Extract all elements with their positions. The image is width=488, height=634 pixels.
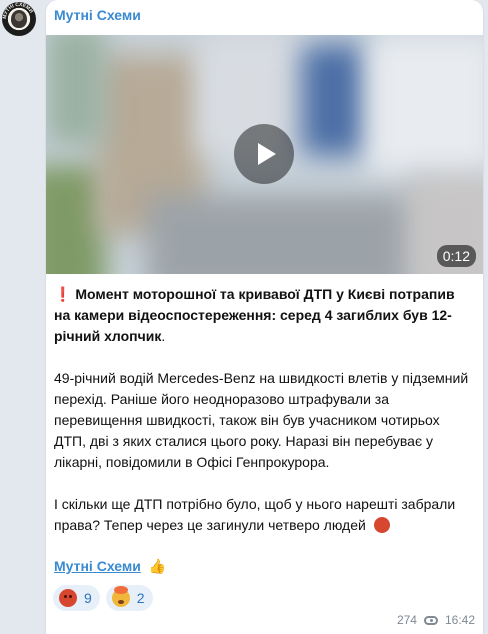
play-button[interactable]	[234, 124, 294, 184]
reactions-bar: 9 2	[53, 585, 153, 611]
channel-name-link[interactable]: Мутні Схеми	[54, 7, 141, 23]
message-time: 16:42	[444, 613, 475, 627]
signature-row: Мутні Схеми 👍	[54, 556, 166, 577]
thumbs-up-icon: 👍	[148, 558, 167, 574]
reaction-mind-blown-button[interactable]: 2	[105, 585, 153, 611]
signature-link[interactable]: Мутні Схеми	[54, 558, 141, 574]
video-duration: 0:12	[436, 245, 476, 267]
message-lead-text: Момент моторошної та кривавої ДТП у Києв…	[54, 286, 455, 344]
view-count: 274	[396, 613, 417, 627]
reaction-count: 2	[136, 590, 145, 606]
video-frame-area	[146, 195, 426, 274]
message-meta: 274 16:42	[397, 613, 475, 627]
video-player[interactable]: 0:12	[46, 35, 483, 274]
reaction-count: 9	[84, 590, 92, 606]
channel-avatar[interactable]: МУТНІ СХЕМИ	[2, 2, 36, 36]
message-paragraph-end: І скільки ще ДТП потрібно було, щоб у нь…	[54, 494, 474, 536]
message-text: ❗ Момент моторошної та кривавої ДТП у Ки…	[54, 284, 474, 536]
svg-text:МУТНІ СХЕМИ: МУТНІ СХЕМИ	[2, 2, 34, 19]
message-lead-paragraph: ❗ Момент моторошної та кривавої ДТП у Ки…	[54, 284, 474, 347]
angry-face-icon	[373, 517, 390, 533]
avatar-ring-label: МУТНІ СХЕМИ	[2, 2, 34, 19]
play-icon	[257, 143, 276, 165]
video-frame-area	[46, 35, 106, 145]
angry-face-icon	[59, 589, 77, 607]
video-frame-area	[301, 45, 371, 155]
message-lead-end: .	[161, 328, 166, 344]
message-paragraph: 49-річний водій Mercedes-Benz на швидкос…	[54, 370, 469, 470]
warning-icon: ❗	[54, 286, 72, 302]
message-closing-text: І скільки ще ДТП потрібно було, щоб у нь…	[54, 496, 456, 533]
mind-blown-icon	[111, 586, 130, 607]
avatar-logo: МУТНІ СХЕМИ	[2, 2, 34, 19]
reaction-angry-button[interactable]: 9	[53, 585, 100, 611]
video-frame-area	[366, 35, 483, 175]
eye-icon	[423, 615, 438, 625]
message-bubble: Мутні Схеми 0:12 ❗ Момент моторошної та …	[46, 0, 483, 634]
